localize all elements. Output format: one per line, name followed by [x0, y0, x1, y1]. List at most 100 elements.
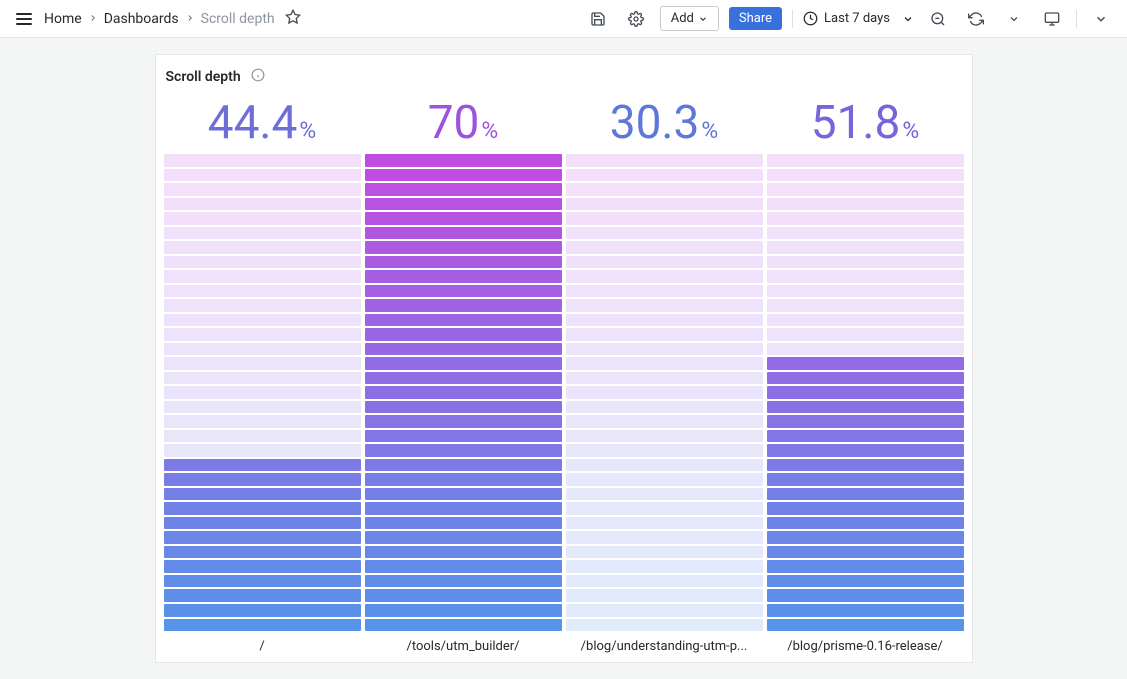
heatmap-cell [767, 517, 964, 530]
chevron-right-icon [185, 11, 195, 27]
heatmap-cell [365, 285, 562, 298]
heatmap-cell [164, 546, 361, 559]
heatmap-cell [566, 444, 763, 457]
breadcrumb: Home Dashboards Scroll depth [44, 9, 301, 29]
heatmap-cell [767, 227, 964, 240]
heatmap-cell [365, 619, 562, 632]
heatmap-cell [365, 256, 562, 269]
heatmap-cell [164, 589, 361, 602]
heatmap-cell [566, 531, 763, 544]
heatmap-cell [164, 328, 361, 341]
add-button-label: Add [671, 11, 694, 26]
heatmap-cell [164, 575, 361, 588]
breadcrumb-home[interactable]: Home [44, 11, 82, 27]
stat-value: 44.4 [208, 100, 298, 146]
heatmap-cell [767, 575, 964, 588]
heatmap-cell [566, 372, 763, 385]
chevron-right-icon [88, 11, 98, 27]
heatmap-cell [566, 575, 763, 588]
heatmap-cell [767, 285, 964, 298]
heatmap-cell [767, 256, 964, 269]
heatmap-cell [365, 343, 562, 356]
refresh-dropdown-icon[interactable] [1000, 5, 1028, 33]
column-label: / [164, 631, 361, 654]
heatmap-cell [767, 589, 964, 602]
heatmap-cell [164, 212, 361, 225]
heatmap-cell [164, 314, 361, 327]
heatmap-cell [365, 459, 562, 472]
heatmap-cell [566, 357, 763, 370]
heatmap-cell [566, 256, 763, 269]
heatmap-cell [365, 488, 562, 501]
chart-columns: 44.4%/70%/tools/utm_builder/30.3%/blog/u… [164, 96, 964, 654]
heatmap-cell [767, 473, 964, 486]
heatmap-cell [365, 314, 562, 327]
stat-value: 30.3 [610, 100, 700, 146]
heatmap-cell [365, 270, 562, 283]
heatmap-cell [767, 401, 964, 414]
gear-icon[interactable] [622, 5, 650, 33]
share-button[interactable]: Share [729, 7, 782, 30]
heatmap-cell [767, 270, 964, 283]
header-right: Add Share Last 7 days [584, 5, 1115, 33]
heatmap-cell [767, 357, 964, 370]
heatmap-cell [365, 473, 562, 486]
heatmap-cell [164, 430, 361, 443]
stat-unit: % [701, 119, 718, 142]
heatmap-cell [767, 169, 964, 182]
stat-unit: % [299, 119, 316, 142]
heatmap-cell [164, 444, 361, 457]
heatmap-cell [365, 604, 562, 617]
heatmap-cell [767, 372, 964, 385]
time-range-picker[interactable]: Last 7 days [803, 11, 914, 26]
column-bars [566, 154, 763, 631]
heatmap-cell [164, 459, 361, 472]
heatmap-cell [164, 604, 361, 617]
breadcrumb-dashboards[interactable]: Dashboards [104, 11, 179, 27]
heatmap-cell [164, 285, 361, 298]
panel-header: Scroll depth [164, 63, 964, 96]
heatmap-cell [566, 154, 763, 167]
refresh-icon[interactable] [962, 5, 990, 33]
heatmap-cell [767, 328, 964, 341]
more-icon[interactable] [1087, 5, 1115, 33]
heatmap-cell [164, 198, 361, 211]
heatmap-cell [365, 575, 562, 588]
heatmap-cell [767, 183, 964, 196]
column-stat: 44.4% [164, 96, 361, 154]
add-button[interactable]: Add [660, 6, 719, 31]
heatmap-cell [767, 154, 964, 167]
heatmap-cell [566, 299, 763, 312]
panel-title[interactable]: Scroll depth [166, 69, 241, 85]
heatmap-cell [566, 314, 763, 327]
heatmap-cell [566, 560, 763, 573]
heatmap-cell [365, 183, 562, 196]
stat-unit: % [902, 119, 919, 142]
heatmap-cell [767, 502, 964, 515]
stat-value: 51.8 [811, 100, 901, 146]
heatmap-cell [365, 372, 562, 385]
info-icon[interactable] [251, 67, 265, 86]
heatmap-cell [767, 459, 964, 472]
save-icon[interactable] [584, 5, 612, 33]
divider [792, 10, 793, 28]
heatmap-cell [767, 198, 964, 211]
heatmap-cell [767, 343, 964, 356]
column-label: /blog/prisme-0.16-release/ [767, 631, 964, 654]
divider [1076, 10, 1077, 28]
heatmap-cell [365, 386, 562, 399]
monitor-icon[interactable] [1038, 5, 1066, 33]
column-bars [164, 154, 361, 631]
heatmap-cell [767, 241, 964, 254]
heatmap-cell [365, 430, 562, 443]
heatmap-cell [767, 314, 964, 327]
menu-icon[interactable] [12, 9, 36, 29]
stat-unit: % [481, 119, 498, 142]
heatmap-cell [164, 183, 361, 196]
heatmap-cell [566, 198, 763, 211]
column-bars [365, 154, 562, 631]
heatmap-cell [164, 401, 361, 414]
column-stat: 51.8% [767, 96, 964, 154]
star-icon[interactable] [285, 9, 301, 29]
zoom-out-icon[interactable] [924, 5, 952, 33]
